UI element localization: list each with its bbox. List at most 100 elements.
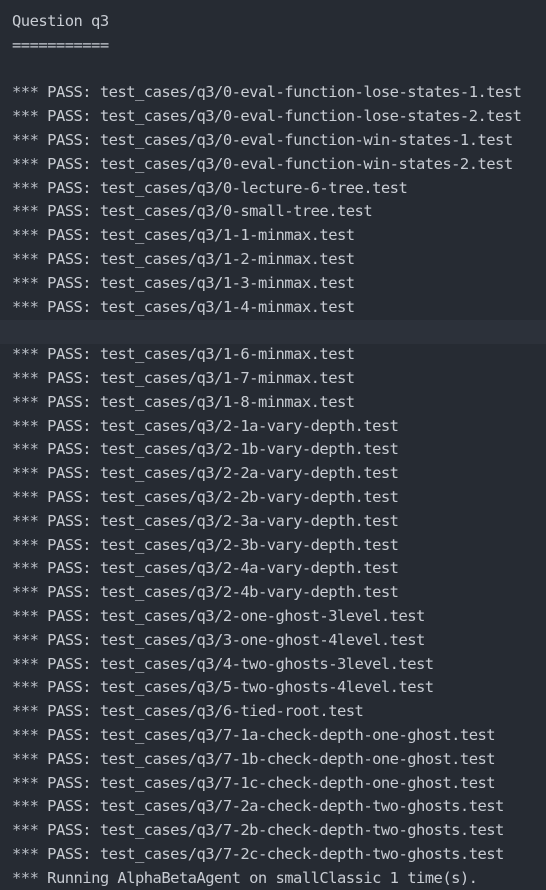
test-file-path: test_cases/q3/2-4b-vary-depth.test	[99, 583, 399, 602]
pass-status: PASS:	[47, 416, 92, 435]
pass-status: PASS:	[47, 821, 92, 840]
pass-status: PASS:	[47, 702, 92, 721]
pass-status: PASS:	[47, 535, 92, 554]
line-prefix: ***	[12, 583, 39, 602]
line-prefix: ***	[12, 249, 39, 268]
test-result-line: *** PASS: test_cases/q3/1-6-minmax.test	[12, 343, 546, 367]
test-file-path: test_cases/q3/2-1a-vary-depth.test	[99, 416, 399, 435]
test-file-path: test_cases/q3/2-3b-vary-depth.test	[99, 535, 399, 554]
pass-status: PASS:	[47, 345, 92, 364]
pass-status: PASS:	[47, 559, 92, 578]
test-result-line: *** PASS: test_cases/q3/2-1b-vary-depth.…	[12, 438, 546, 462]
pass-status: PASS:	[47, 606, 92, 625]
test-result-line: *** PASS: test_cases/q3/0-eval-function-…	[12, 105, 546, 129]
line-prefix: ***	[12, 226, 39, 245]
line-prefix: ***	[12, 844, 39, 863]
line-prefix: ***	[12, 178, 39, 197]
test-result-line: *** PASS: test_cases/q3/1-1-minmax.test	[12, 224, 546, 248]
line-prefix: ***	[12, 464, 39, 483]
pass-status: PASS:	[47, 511, 92, 530]
test-file-path: test_cases/q3/1-8-minmax.test	[99, 392, 355, 411]
test-file-path: test_cases/q3/0-eval-function-lose-state…	[99, 83, 522, 102]
line-prefix: ***	[12, 511, 39, 530]
line-prefix: ***	[12, 273, 39, 292]
pass-status: PASS:	[47, 487, 92, 506]
line-prefix: ***	[12, 606, 39, 625]
line-prefix: ***	[12, 392, 39, 411]
test-result-line: *** PASS: test_cases/q3/7-2c-check-depth…	[12, 843, 546, 867]
question-title: Question q3	[12, 12, 109, 30]
test-result-line: *** PASS: test_cases/q3/1-4-minmax.test	[12, 296, 546, 320]
test-result-line: *** PASS: test_cases/q3/0-small-tree.tes…	[12, 200, 546, 224]
pass-status: PASS:	[47, 130, 92, 149]
terminal-output: Question q3 =========== *** PASS: test_c…	[0, 0, 546, 887]
pass-status: PASS:	[47, 464, 92, 483]
test-results-list: *** PASS: test_cases/q3/0-eval-function-…	[12, 81, 546, 866]
line-prefix: ***	[12, 130, 39, 149]
test-file-path: test_cases/q3/6-tied-root.test	[99, 702, 364, 721]
test-result-line: *** PASS: test_cases/q3/0-eval-function-…	[12, 153, 546, 177]
test-file-path: test_cases/q3/7-1c-check-depth-one-ghost…	[99, 773, 496, 792]
test-result-line: *** PASS: test_cases/q3/0-lecture-6-tree…	[12, 177, 546, 201]
line-prefix: ***	[12, 154, 39, 173]
test-result-line: *** PASS: test_cases/q3/2-1a-vary-depth.…	[12, 415, 546, 439]
pass-status: PASS:	[47, 583, 92, 602]
pass-status: PASS:	[47, 844, 92, 863]
line-prefix: ***	[12, 797, 39, 816]
line-prefix: ***	[12, 535, 39, 554]
test-file-path: test_cases/q3/0-small-tree.test	[99, 202, 373, 221]
running-status-text: Running AlphaBetaAgent on smallClassic 1…	[47, 868, 478, 887]
line-prefix: ***	[12, 107, 39, 126]
pass-status: PASS:	[47, 678, 92, 697]
test-file-path: test_cases/q3/2-3a-vary-depth.test	[99, 511, 399, 530]
line-prefix: ***	[12, 725, 39, 744]
test-result-line: *** PASS: test_cases/q3/1-8-minmax.test	[12, 391, 546, 415]
pass-status: PASS:	[47, 654, 92, 673]
test-file-path: test_cases/q3/4-two-ghosts-3level.test	[99, 654, 434, 673]
test-file-path: test_cases/q3/7-2c-check-depth-two-ghost…	[99, 844, 505, 863]
test-result-line: *** PASS: test_cases/q3/7-1a-check-depth…	[12, 724, 546, 748]
test-file-path: test_cases/q3/2-2a-vary-depth.test	[99, 464, 399, 483]
line-prefix: ***	[12, 773, 39, 792]
pass-status: PASS:	[47, 202, 92, 221]
test-result-line: *** PASS: test_cases/q3/2-3b-vary-depth.…	[12, 534, 546, 558]
test-file-path: test_cases/q3/5-two-ghosts-4level.test	[99, 678, 434, 697]
test-result-line: *** PASS: test_cases/q3/4-two-ghosts-3le…	[12, 653, 546, 677]
test-file-path: test_cases/q3/0-eval-function-win-states…	[99, 154, 513, 173]
pass-status: PASS:	[47, 749, 92, 768]
test-file-path: test_cases/q3/0-lecture-6-tree.test	[99, 178, 408, 197]
pass-status: PASS:	[47, 725, 92, 744]
test-result-line: *** PASS: test_cases/q3/7-1b-check-depth…	[12, 748, 546, 772]
pass-status: PASS:	[47, 630, 92, 649]
line-prefix: ***	[12, 559, 39, 578]
test-file-path: test_cases/q3/1-1-minmax.test	[99, 226, 355, 245]
test-result-line: *** PASS: test_cases/q3/1-7-minmax.test	[12, 367, 546, 391]
test-file-path: test_cases/q3/7-2b-check-depth-two-ghost…	[99, 821, 505, 840]
line-prefix: ***	[12, 368, 39, 387]
test-result-line: *** PASS: test_cases/q3/3-one-ghost-4lev…	[12, 629, 546, 653]
test-result-line: *** PASS: test_cases/q3/2-one-ghost-3lev…	[12, 605, 546, 629]
pass-status: PASS:	[47, 773, 92, 792]
pass-status: PASS:	[47, 440, 92, 459]
line-prefix: ***	[12, 630, 39, 649]
pass-status: PASS:	[47, 392, 92, 411]
pass-status: PASS:	[47, 226, 92, 245]
pass-status: PASS:	[47, 273, 92, 292]
line-prefix: ***	[12, 678, 39, 697]
pass-status: PASS:	[47, 83, 92, 102]
test-result-line: *** PASS: test_cases/q3/2-3a-vary-depth.…	[12, 510, 546, 534]
test-file-path: test_cases/q3/7-2a-check-depth-two-ghost…	[99, 797, 505, 816]
pass-status: PASS:	[47, 178, 92, 197]
test-result-line: *** PASS: test_cases/q3/2-4b-vary-depth.…	[12, 581, 546, 605]
pass-status: PASS:	[47, 368, 92, 387]
test-result-line: *** PASS: test_cases/q3/7-1c-check-depth…	[12, 772, 546, 796]
test-file-path: test_cases/q3/2-one-ghost-3level.test	[99, 606, 425, 625]
pass-status: PASS:	[47, 249, 92, 268]
test-result-line: *** PASS: test_cases/q3/2-2b-vary-depth.…	[12, 486, 546, 510]
test-result-line: *** PASS: test_cases/q3/7-2b-check-depth…	[12, 819, 546, 843]
test-file-path: test_cases/q3/7-1a-check-depth-one-ghost…	[99, 725, 496, 744]
test-file-path: test_cases/q3/2-4a-vary-depth.test	[99, 559, 399, 578]
pass-status: PASS:	[47, 107, 92, 126]
test-result-line: *** PASS: test_cases/q3/1-2-minmax.test	[12, 248, 546, 272]
